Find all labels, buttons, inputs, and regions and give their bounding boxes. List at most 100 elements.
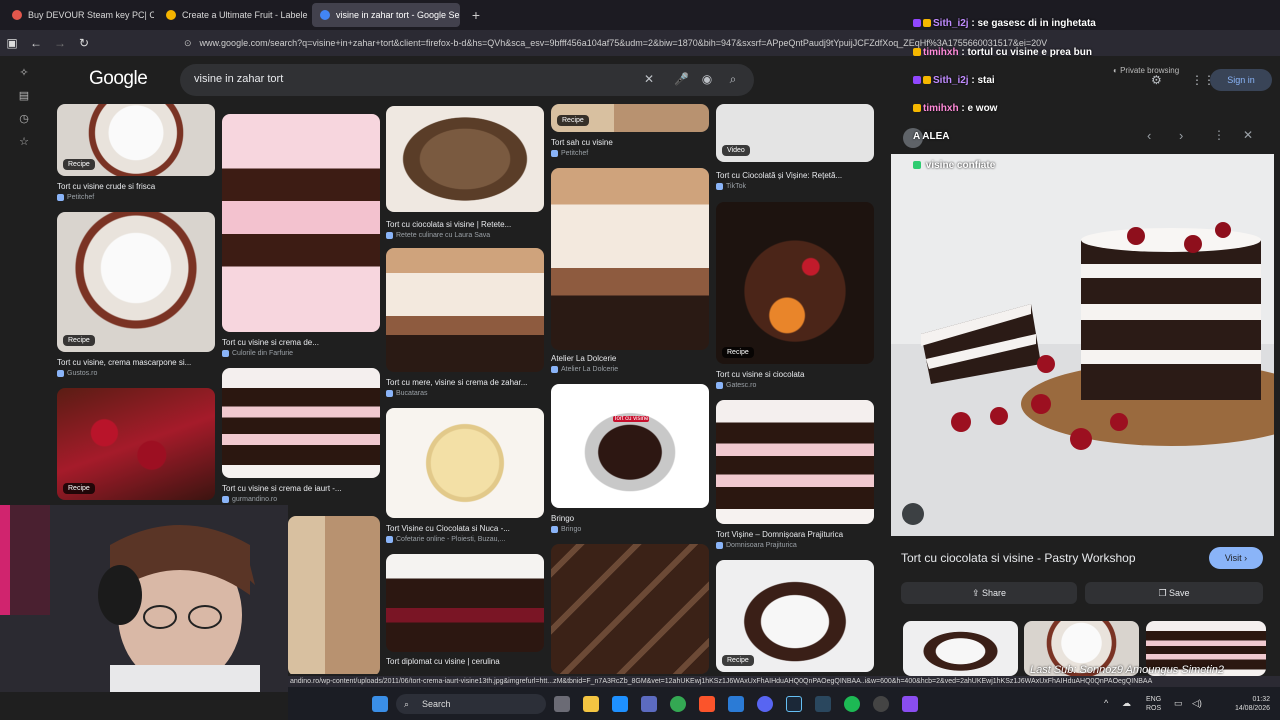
result-image[interactable]: Recipe [57,104,215,176]
result-card[interactable]: Recipe [716,560,874,672]
result-title[interactable]: Tort diplomat cu visine | cerulina [386,657,546,666]
result-image[interactable]: Tort cu visine [551,384,709,508]
search-input[interactable]: visine in zahar tort [194,73,283,85]
result-title[interactable]: Tort cu visine si crema de iaurt -... [222,484,382,493]
search-icon[interactable]: ⌕ [726,72,740,86]
result-image[interactable] [716,400,874,524]
file-explorer-icon[interactable] [583,696,599,712]
preview-image[interactable] [891,154,1274,536]
result-image[interactable] [386,408,544,518]
vscode-icon[interactable] [728,696,744,712]
result-image[interactable] [222,368,380,478]
search-icon: ⌕ [404,699,410,709]
related-image[interactable] [903,621,1018,676]
result-card[interactable]: Recipe Tort cu visine, crema mascarpone … [57,212,215,382]
reload-icon[interactable]: ↻ [72,36,96,50]
result-image[interactable] [386,106,544,212]
result-card[interactable]: Tort Vișine – Domnișoara Prajiturica Dom… [716,400,874,552]
store-icon[interactable] [641,696,657,712]
result-card[interactable]: Tort cu mere, visine si crema de zahar..… [386,248,544,400]
result-title[interactable]: Tort cu visine si crema de... [222,338,382,347]
extensions-icon[interactable]: ✧ [17,66,31,80]
result-card[interactable]: Tort Visine cu Ciocolata si Nuca -... Co… [386,408,544,548]
volume-icon[interactable]: ◁) [1192,698,1202,709]
result-card[interactable] [551,544,709,674]
new-tab-button[interactable]: + [466,7,486,23]
result-card[interactable]: Tort cu visine si crema de... Culorile d… [222,114,380,364]
product-label: Tort cu visine [613,416,649,422]
result-title[interactable]: Tort cu visine crude si frisca [57,182,217,191]
sidebar-toggle-icon[interactable]: ▣ [0,36,24,50]
result-card[interactable]: Tort diplomat cu visine | cerulina [386,554,544,674]
result-card[interactable] [288,516,380,674]
google-logo[interactable]: Google [89,68,148,90]
tab-ultimate-fruit[interactable]: Create a Ultimate Fruit - Labele ✕ [158,3,308,27]
result-image[interactable] [386,554,544,652]
steam-alt-icon[interactable] [815,696,831,712]
result-card[interactable]: Tort cu visine Bringo Bringo [551,384,709,534]
result-image[interactable]: Recipe [716,202,874,364]
save-button[interactable]: ❐ Save [1085,582,1263,604]
reader-icon[interactable]: ▤ [17,89,31,103]
result-title[interactable]: Tort sah cu visine [551,138,711,147]
result-card[interactable]: Recipe [57,388,215,500]
forward-icon[interactable]: → [48,36,72,50]
obs-icon[interactable] [873,696,889,712]
result-title[interactable]: Bringo [551,514,711,523]
result-image[interactable]: Recipe [551,104,709,132]
result-card[interactable]: Recipe Tort cu visine si ciocolata Gates… [716,202,874,392]
result-image[interactable]: Recipe [57,388,215,500]
clear-icon[interactable]: ✕ [642,72,656,86]
share-button[interactable]: ⇪ Share [901,582,1077,604]
result-image[interactable]: Recipe [57,212,215,352]
clock[interactable]: 01:32 14/08/2026 [1210,695,1270,713]
history-icon[interactable]: ◷ [17,112,31,126]
brave-icon[interactable] [699,696,715,712]
steam-icon[interactable] [786,696,802,712]
microphone-icon[interactable]: 🎤 [674,72,689,86]
tab-google-search[interactable]: visine in zahar tort - Google Se ✕ [312,3,460,27]
result-title[interactable]: Tort cu mere, visine si crema de zahar..… [386,378,546,387]
result-title[interactable]: Tort cu visine si ciocolata [716,370,876,379]
chrome-icon[interactable] [670,696,686,712]
share-icon: ⇪ [971,588,982,598]
network-icon[interactable]: ▭ [1174,698,1183,709]
language-indicator[interactable]: ENG ROS [1146,695,1161,713]
spotify-icon[interactable] [844,696,860,712]
result-image[interactable] [551,544,709,674]
result-title[interactable]: Tort cu Ciocolată și Vișine: Rețetă... [716,171,876,180]
result-card[interactable]: Video Tort cu Ciocolată și Vișine: Rețet… [716,104,876,190]
task-view-icon[interactable] [554,696,570,712]
result-image[interactable]: Video [716,104,874,162]
camera-icon[interactable]: ◉ [700,72,714,86]
result-title[interactable]: Tort Vișine – Domnișoara Prajiturica [716,530,876,539]
result-image[interactable] [288,516,380,674]
bookmark-icon[interactable]: ☆ [17,135,31,149]
result-image[interactable] [222,114,380,332]
back-icon[interactable]: ← [24,36,48,50]
result-image[interactable] [386,248,544,372]
windows-start-icon[interactable] [372,696,388,712]
result-image[interactable] [551,168,709,350]
search-box[interactable]: visine in zahar tort ✕ 🎤 ◉ ⌕ [180,64,754,96]
result-card[interactable]: Recipe Tort sah cu visine Petitchef [551,104,709,164]
result-card[interactable]: Recipe Tort cu visine crude si frisca Pe… [57,104,215,204]
visit-button[interactable]: Visit › [1209,547,1263,569]
tray-chevron-icon[interactable]: ^ [1104,698,1108,708]
firefox-private-icon[interactable] [902,696,918,712]
edge-icon[interactable] [612,696,628,712]
result-source: TikTok [726,183,746,190]
result-title[interactable]: Tort Visine cu Ciocolata si Nuca -... [386,524,546,533]
result-card[interactable]: Atelier La Dolcerie Atelier La Dolcerie [551,168,709,378]
preview-title[interactable]: Tort cu ciocolata si visine - Pastry Wor… [901,551,1136,565]
result-card[interactable]: Tort cu visine si crema de iaurt -... gu… [222,368,380,508]
result-card[interactable]: Tort cu ciocolata si visine | Retete... … [386,106,544,242]
result-title[interactable]: Tort cu visine, crema mascarpone si... [57,358,217,367]
taskbar-search[interactable]: ⌕ Search [396,694,546,714]
cloud-icon[interactable]: ☁ [1122,698,1131,709]
tab-devour[interactable]: Buy DEVOUR Steam key PC| Ch ✕ [4,3,154,27]
result-title[interactable]: Tort cu ciocolata si visine | Retete... [386,220,546,229]
result-title[interactable]: Atelier La Dolcerie [551,354,711,363]
discord-icon[interactable] [757,696,773,712]
result-image[interactable]: Recipe [716,560,874,672]
